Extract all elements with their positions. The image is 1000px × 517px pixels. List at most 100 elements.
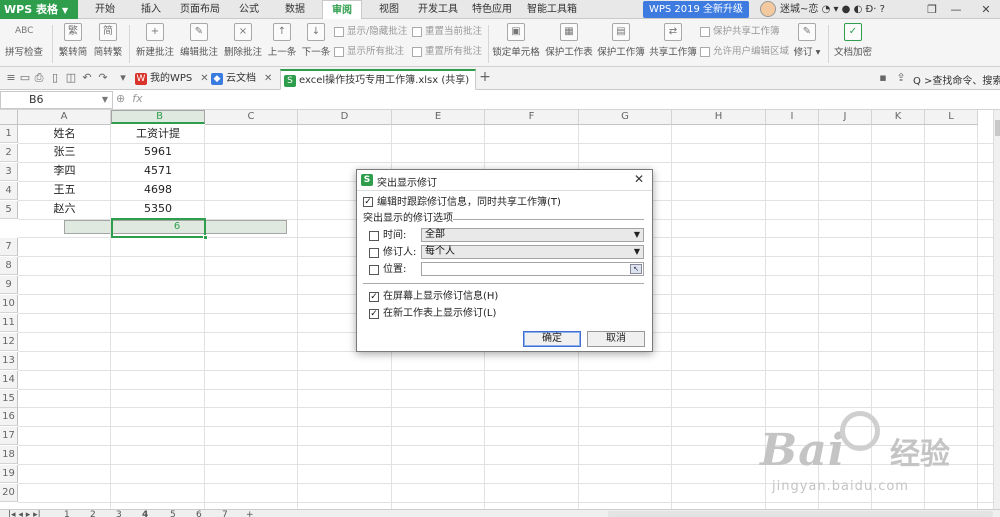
vertical-scrollbar[interactable] xyxy=(993,110,1000,510)
row-header-3[interactable]: 3 xyxy=(0,163,18,181)
row-header-2[interactable]: 2 xyxy=(0,144,18,162)
protect-workbook-button[interactable]: ▤ 保护工作簿 xyxy=(596,23,646,58)
row-header-19[interactable]: 19 xyxy=(0,465,18,483)
undo-icon[interactable]: ↶ xyxy=(80,71,94,85)
track-while-editing-label[interactable]: 编辑时跟踪修订信息，同时共享工作簿(T) xyxy=(377,197,561,209)
sheet-nav-icon[interactable]: |◂ ◂ ▸ ▸| xyxy=(8,511,41,517)
menu-icon[interactable]: ≡ xyxy=(4,71,18,85)
ok-button[interactable]: 确定 xyxy=(523,331,581,347)
cell-B5[interactable]: 5350 xyxy=(111,200,205,218)
share-workbook-button[interactable]: ⇄ 共享工作簿 xyxy=(648,23,698,58)
cell-A1[interactable]: 姓名 xyxy=(18,125,111,143)
scrollbar-thumb[interactable] xyxy=(995,120,1000,136)
next-comment-button[interactable]: ↓ 下一条 xyxy=(300,23,332,58)
show-all-comments-button[interactable]: 显示所有批注 xyxy=(334,45,404,59)
sheet-tab-3[interactable]: 3 xyxy=(116,511,122,517)
cancel-button[interactable]: 取消 xyxy=(587,331,645,347)
new-sheet-checkbox[interactable]: ✓ xyxy=(369,309,379,319)
tab-view[interactable]: 视图 xyxy=(374,0,404,19)
file-tab-cloud-docs[interactable]: ◆ 云文档 ✕ xyxy=(208,69,278,90)
row-header-5[interactable]: 5 xyxy=(0,201,18,219)
column-header-d[interactable]: D xyxy=(298,110,392,125)
tab-review[interactable]: 审阅 xyxy=(322,0,362,20)
row-header-15[interactable]: 15 xyxy=(0,390,18,408)
row-header-11[interactable]: 11 xyxy=(0,314,18,332)
column-header-b[interactable]: B xyxy=(111,110,205,124)
on-screen-checkbox[interactable]: ✓ xyxy=(369,292,379,302)
column-header-i[interactable]: I xyxy=(766,110,819,125)
row-header-4[interactable]: 4 xyxy=(0,182,18,200)
who-select[interactable]: 每个人 ▼ xyxy=(421,245,644,259)
row-header-18[interactable]: 18 xyxy=(0,446,18,464)
app-menu-button[interactable]: WPS 表格 ▼ xyxy=(0,0,78,19)
where-input[interactable]: ↖ xyxy=(421,262,644,276)
comment-icon[interactable]: ▪ xyxy=(876,71,890,85)
user-area[interactable]: 迷城~恋 ◔ ▾ ● ◐ Ð· ? xyxy=(760,0,885,19)
column-header-l[interactable]: L xyxy=(925,110,978,125)
row-header-10[interactable]: 10 xyxy=(0,295,18,313)
delete-comment-button[interactable]: × 删除批注 xyxy=(222,23,264,58)
encrypt-document-button[interactable]: ✓ 文档加密 xyxy=(832,23,874,58)
column-header-e[interactable]: E xyxy=(392,110,485,125)
print-icon[interactable]: ⎙ xyxy=(32,71,46,85)
sheet-tab-1[interactable]: 1 xyxy=(64,511,70,517)
protect-share-button[interactable]: 保护共享工作簿 xyxy=(700,25,780,39)
column-header-c[interactable]: C xyxy=(205,110,298,125)
track-changes-button[interactable]: ✎ 修订 ▾ xyxy=(790,23,824,58)
sheet-tab-2[interactable]: 2 xyxy=(90,511,96,517)
file-tab-workbook[interactable]: Sexcel操作技巧专用工作簿.xlsx (共享) xyxy=(280,69,476,90)
prev-comment-button[interactable]: ↑ 上一条 xyxy=(266,23,298,58)
new-sheet-label[interactable]: 在新工作表上显示修订(L) xyxy=(383,308,496,320)
fx-icon[interactable]: fx xyxy=(132,92,142,105)
redo-icon[interactable]: ↷ xyxy=(96,71,110,85)
tab-features[interactable]: 特色应用 xyxy=(468,0,516,19)
preview-icon[interactable]: ▯ xyxy=(48,71,62,85)
avatar[interactable] xyxy=(760,1,776,17)
row-header-9[interactable]: 9 xyxy=(0,276,18,294)
close-icon[interactable]: ✕ xyxy=(634,172,644,186)
sheet-tab-4[interactable]: 4 xyxy=(142,511,148,517)
row-header-14[interactable]: 14 xyxy=(0,371,18,389)
row-header-17[interactable]: 17 xyxy=(0,427,18,445)
reset-all-button[interactable]: 重置所有批注 xyxy=(412,45,482,59)
file-tab-my-wps[interactable]: W 我的WPS ✕ xyxy=(132,69,209,90)
tab-developer[interactable]: 开发工具 xyxy=(414,0,462,19)
selected-cell-B6[interactable] xyxy=(111,218,208,240)
tab-insert[interactable]: 插入 xyxy=(136,0,166,19)
name-box[interactable]: B6 ▼ xyxy=(0,91,113,109)
export-icon[interactable]: ◫ xyxy=(64,71,78,85)
dialog-titlebar[interactable]: S 突出显示修订 ✕ xyxy=(357,170,652,191)
row-header-7[interactable]: 7 xyxy=(0,238,18,256)
who-checkbox[interactable] xyxy=(369,248,379,258)
cell-A2[interactable]: 张三 xyxy=(18,143,111,161)
when-checkbox[interactable] xyxy=(369,231,379,241)
sheet-tab-6[interactable]: 6 xyxy=(196,511,202,517)
chevron-down-icon[interactable]: ▼ xyxy=(102,92,108,108)
allow-edit-ranges-button[interactable]: 允许用户编辑区域 xyxy=(700,45,789,59)
cell-B2[interactable]: 5961 xyxy=(111,143,205,161)
chevron-down-icon[interactable]: ▾ xyxy=(116,71,130,85)
track-while-editing-checkbox[interactable]: ✓ xyxy=(363,197,373,207)
lock-cell-button[interactable]: ▣ 锁定单元格 xyxy=(492,23,540,58)
row-header-16[interactable]: 16 xyxy=(0,408,18,426)
protect-sheet-button[interactable]: ▦ 保护工作表 xyxy=(544,23,594,58)
help-icon[interactable]: ? xyxy=(880,4,885,15)
minimize-icon[interactable]: — xyxy=(946,0,966,19)
column-header-k[interactable]: K xyxy=(872,110,925,125)
spellcheck-button[interactable]: ABC 拼写检查 xyxy=(2,23,46,58)
range-picker-icon[interactable]: ↖ xyxy=(630,264,642,274)
reset-current-button[interactable]: 重置当前批注 xyxy=(412,25,482,39)
tab-formulas[interactable]: 公式 xyxy=(234,0,264,19)
tab-data[interactable]: 数据 xyxy=(280,0,310,19)
share-icon[interactable]: ⇪ xyxy=(894,71,908,85)
simp-to-trad-button[interactable]: 简简转繁 xyxy=(92,23,124,58)
zoom-icon[interactable]: ⊕ xyxy=(116,92,125,105)
show-hide-comment-button[interactable]: 显示/隐藏批注 xyxy=(334,25,407,39)
close-icon[interactable]: ✕ xyxy=(976,0,996,19)
upgrade-button[interactable]: WPS 2019 全新升级 xyxy=(643,1,749,18)
add-sheet-button[interactable]: + xyxy=(246,511,254,517)
cell-A4[interactable]: 王五 xyxy=(18,181,111,199)
cell-A5[interactable]: 赵六 xyxy=(18,200,111,218)
close-tab-icon[interactable]: ✕ xyxy=(264,73,272,84)
horizontal-scrollbar[interactable] xyxy=(608,511,993,517)
